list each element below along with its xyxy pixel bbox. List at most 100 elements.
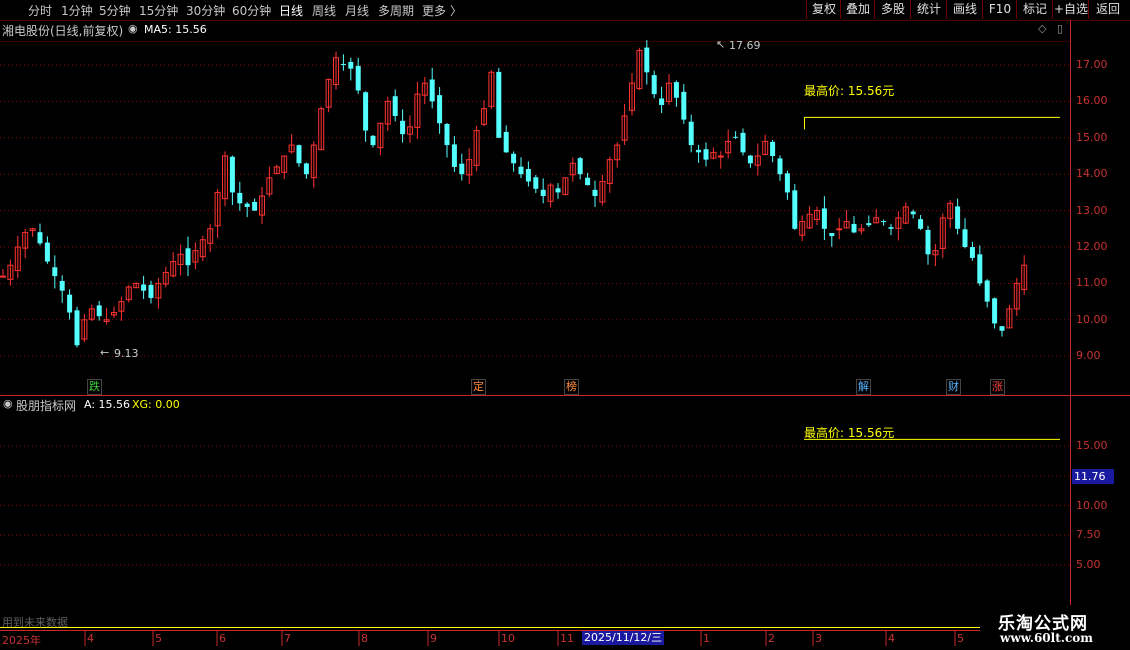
candle-body [96, 305, 102, 317]
month-label: 10 [501, 632, 515, 645]
candle-body [910, 211, 916, 215]
sub-y-tick: 15.00 [1076, 439, 1108, 452]
candle-body [74, 310, 80, 346]
candle-body [0, 275, 6, 278]
sub-y-tick: 7.50 [1076, 528, 1101, 542]
candle-body [370, 135, 376, 146]
sub-y-tick: 5.00 [1076, 558, 1101, 571]
candle-body [52, 267, 58, 277]
candle-body [525, 169, 531, 182]
candle-body [511, 153, 517, 164]
candle-body [821, 208, 827, 229]
candle-body [296, 145, 302, 164]
month-label: 8 [361, 632, 368, 645]
chart-canvas [0, 20, 1130, 646]
main-y-tick: 9.00 [1076, 349, 1101, 363]
event-marker[interactable]: 跌 [87, 379, 102, 395]
highest-price-label: 最高价: 15.56元 [804, 84, 895, 98]
logo-url: www.60lt.com [1000, 631, 1093, 645]
month-label: 7 [284, 632, 291, 645]
candle-body [881, 221, 887, 223]
candle-body [918, 219, 924, 229]
candle-body [866, 223, 872, 226]
candle-body [244, 203, 250, 207]
candle-body [925, 229, 931, 255]
stock-title[interactable]: 湘电股份(日线,前复权) [2, 22, 123, 39]
candle-body [303, 163, 309, 175]
candle-body [992, 298, 998, 324]
candle-body [340, 63, 346, 65]
candle-body [955, 206, 961, 229]
candle-body [696, 149, 702, 153]
candle-body [977, 254, 983, 284]
low-price-label: 9.13 [114, 347, 139, 360]
candle-body [651, 75, 657, 95]
diamond-icon[interactable]: ◇ [1038, 22, 1046, 35]
candle-body [659, 98, 665, 106]
candle-body [681, 91, 687, 120]
month-label: 3 [815, 632, 822, 645]
month-label: 5 [155, 632, 162, 645]
indicator-title[interactable]: 股朋指标网 [16, 397, 76, 414]
candle-body [400, 120, 406, 135]
main-y-tick: 12.00 [1076, 240, 1108, 253]
main-y-tick: 10.00 [1076, 312, 1108, 326]
month-label: 11 [560, 632, 574, 645]
current-price-box: 11.76 [1072, 469, 1114, 484]
candle-body [585, 177, 591, 186]
a-value-label: A: 15.56 [84, 398, 131, 411]
candle-body [792, 190, 798, 229]
candle-body [703, 149, 709, 160]
candle-body [688, 121, 694, 146]
xg-value-label: XG: 0.00 [132, 398, 180, 411]
event-marker[interactable]: 涨 [990, 379, 1005, 395]
main-y-tick: 11.00 [1076, 276, 1108, 290]
candle-body [518, 166, 524, 175]
candle-body [969, 247, 975, 258]
candle-body [348, 61, 354, 69]
month-label: 6 [219, 632, 226, 645]
event-marker[interactable]: 解 [856, 379, 871, 395]
month-label: 2 [768, 632, 775, 645]
main-y-tick: 15.00 [1076, 130, 1108, 144]
candle-body [44, 242, 50, 262]
future-data-warning: 用到未来数据 [2, 616, 68, 629]
candle-body [496, 71, 502, 138]
candle-body [444, 124, 450, 146]
candle-body [717, 155, 724, 158]
candle-body [429, 79, 435, 102]
candle-body [577, 158, 583, 175]
panel-toggle-icon[interactable]: ▯ [1057, 22, 1063, 35]
event-marker[interactable]: 定 [471, 379, 486, 395]
candle-body [733, 136, 739, 138]
candle-body [592, 189, 598, 197]
candle-body [540, 189, 546, 197]
candle-body [459, 163, 465, 175]
event-marker[interactable]: 榜 [564, 379, 579, 395]
candle-body [252, 201, 258, 211]
event-marker[interactable]: 财 [946, 379, 961, 395]
candle-body [363, 92, 369, 131]
candle-body [437, 95, 443, 124]
candle-body [237, 192, 243, 204]
candle-body [984, 280, 990, 302]
grid-lines [0, 20, 1130, 646]
main-y-tick: 14.00 [1076, 167, 1108, 181]
sub-settings-circle-icon[interactable]: ◉ [3, 397, 13, 410]
candle-body [784, 173, 790, 193]
candle-body [141, 284, 147, 291]
candle-body [148, 284, 154, 298]
settings-circle-icon[interactable]: ◉ [128, 22, 138, 35]
month-label: 9 [430, 632, 437, 645]
candle-body [747, 155, 753, 164]
month-label: 4 [888, 632, 895, 645]
candle-body [962, 229, 968, 247]
main-y-tick: 13.00 [1076, 203, 1108, 217]
month-label: 1 [703, 632, 710, 645]
candle-body [451, 144, 457, 167]
candle-body [59, 280, 65, 291]
main-y-tick: 17.00 [1076, 58, 1108, 71]
candle-body [555, 188, 561, 193]
candle-body [673, 82, 679, 98]
candle-body [740, 132, 746, 153]
